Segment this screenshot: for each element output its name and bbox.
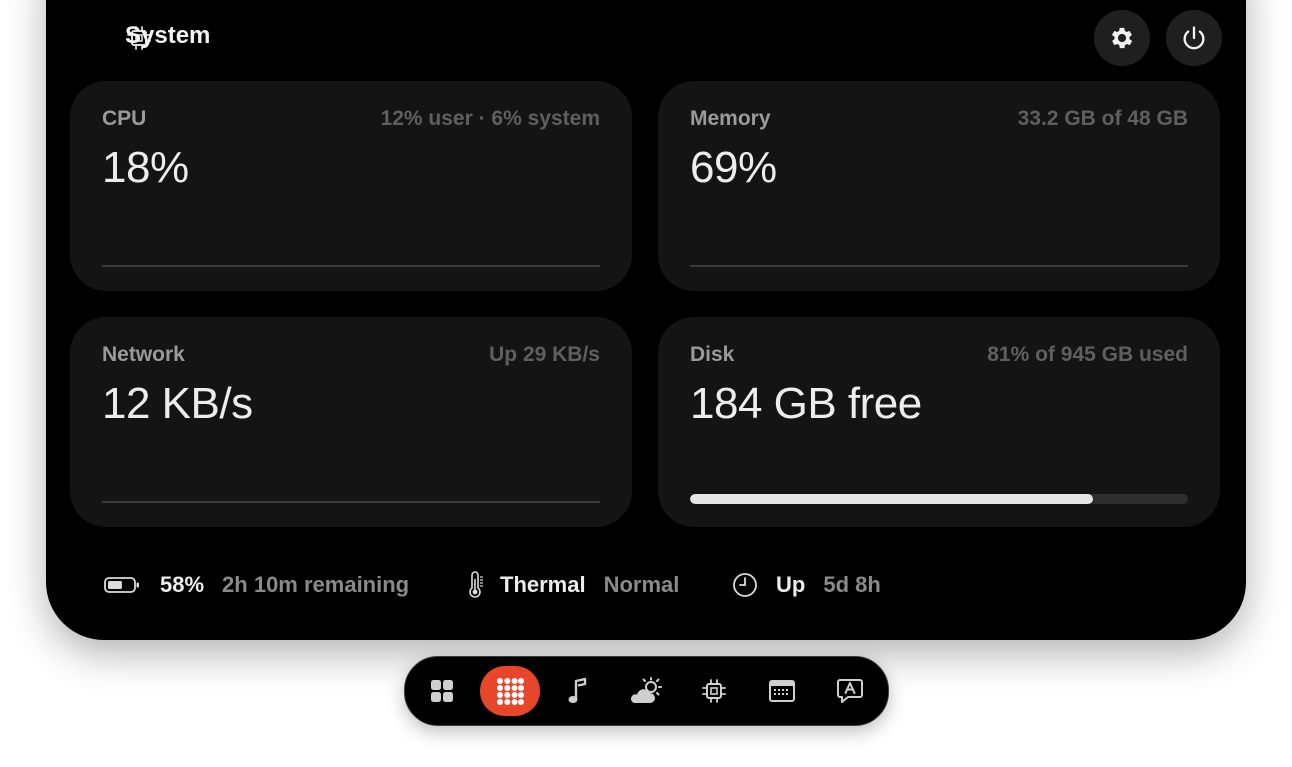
chip-icon	[702, 679, 726, 703]
clock-icon	[733, 573, 757, 597]
dock-item-speech[interactable]	[820, 666, 880, 716]
memory-meta: 33.2 GB of 48 GB	[1017, 107, 1188, 130]
disk-value: 184 GB free	[690, 379, 922, 428]
dock-item-system[interactable]	[684, 666, 744, 716]
dock-item-apps[interactable]	[480, 666, 540, 716]
speech-bubble-icon	[837, 679, 863, 703]
uptime-status: Up 5d 8h	[732, 570, 881, 600]
music-icon	[568, 677, 587, 703]
disk-usage-fill	[690, 494, 1094, 504]
uptime-value: 5d 8h	[823, 572, 881, 597]
memory-graph-line	[690, 265, 1188, 267]
network-value: 12 KB/s	[102, 379, 253, 428]
disk-card[interactable]: Disk 81% of 945 GB used 184 GB free	[658, 317, 1220, 527]
memory-card[interactable]: Memory 33.2 GB of 48 GB 69%	[658, 81, 1220, 291]
battery-remaining: 2h 10m remaining	[222, 572, 410, 597]
weather-icon	[630, 677, 662, 703]
network-meta: Up 29 KB/s	[489, 343, 600, 366]
battery-status: 58% 2h 10m remaining	[104, 570, 409, 600]
dock	[404, 656, 889, 726]
thermal-label: Thermal	[500, 572, 586, 597]
page-title: System	[125, 22, 211, 49]
settings-button[interactable]	[1094, 10, 1150, 66]
thermometer-icon	[469, 571, 483, 598]
cpu-graph-line	[102, 265, 600, 267]
cpu-value: 18%	[102, 143, 189, 192]
system-panel: System CPU 12% user · 6% system 18% Memo…	[46, 0, 1246, 640]
network-label: Network	[102, 343, 185, 366]
uptime-label: Up	[776, 572, 806, 597]
thermal-value: Normal	[603, 572, 680, 597]
power-icon	[1183, 26, 1205, 50]
cpu-card[interactable]: CPU 12% user · 6% system 18%	[70, 81, 632, 291]
battery-icon	[104, 577, 139, 593]
disk-usage-bar	[690, 494, 1188, 504]
cpu-meta: 12% user · 6% system	[380, 107, 600, 130]
dock-item-keyboard[interactable]	[752, 666, 812, 716]
apps-icon	[497, 678, 524, 705]
memory-label: Memory	[690, 107, 771, 130]
dock-item-music[interactable]	[548, 666, 608, 716]
network-graph-line	[102, 501, 600, 503]
dock-item-grid[interactable]	[412, 666, 472, 716]
disk-meta: 81% of 945 GB used	[987, 343, 1188, 366]
cpu-label: CPU	[102, 107, 147, 130]
network-card[interactable]: Network Up 29 KB/s 12 KB/s	[70, 317, 632, 527]
keyboard-icon	[769, 680, 795, 702]
disk-label: Disk	[690, 343, 735, 366]
memory-value: 69%	[690, 143, 777, 192]
power-button[interactable]	[1166, 10, 1222, 66]
thermal-status: Thermal Normal	[466, 570, 679, 600]
dock-item-weather[interactable]	[616, 666, 676, 716]
battery-percent: 58%	[160, 572, 205, 597]
grid-icon	[431, 680, 453, 702]
gear-icon	[1111, 27, 1133, 49]
